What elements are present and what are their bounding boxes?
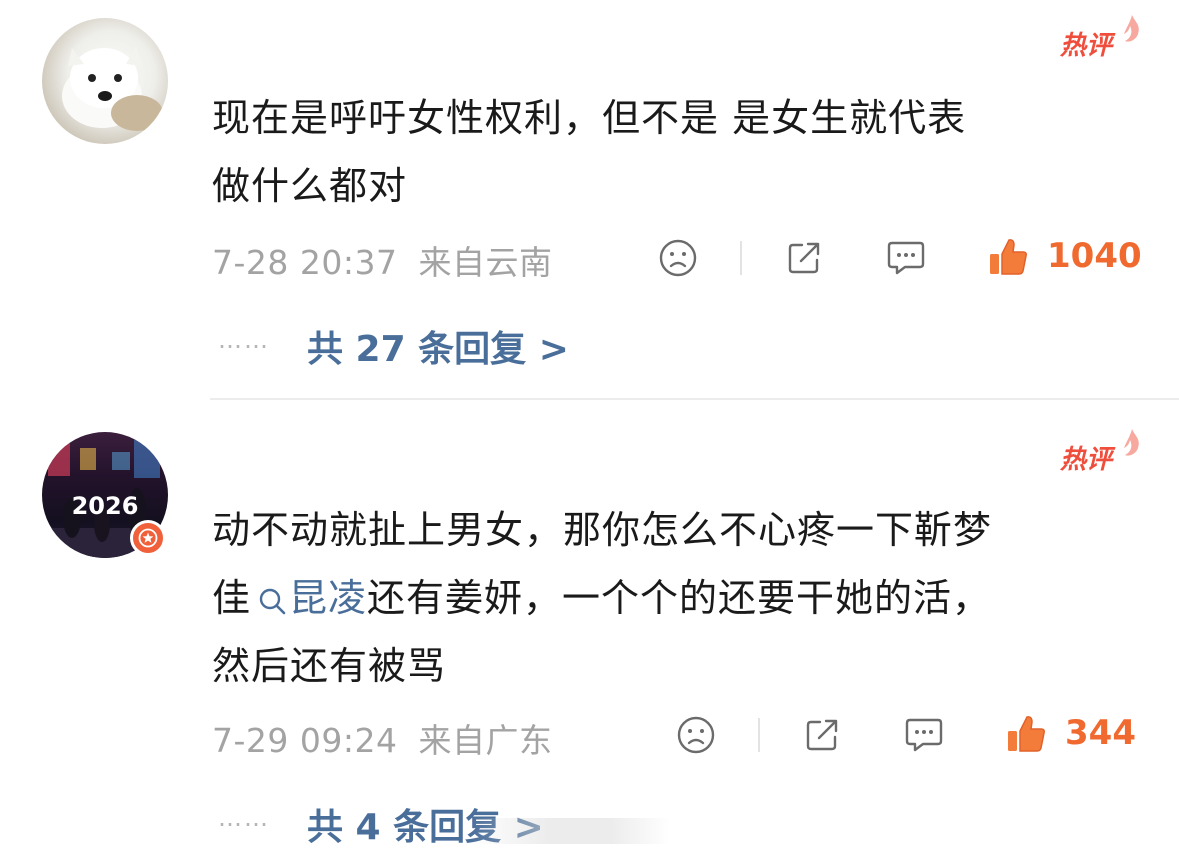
like-button[interactable] [1003, 711, 1049, 757]
view-replies-link[interactable]: 共 27 条回复 > [307, 320, 569, 372]
dislike-button[interactable] [656, 236, 700, 280]
hot-comment-label: 热评 [1060, 31, 1113, 61]
share-icon [788, 242, 820, 274]
comment-button[interactable] [902, 713, 946, 757]
comment-separator [210, 398, 1179, 400]
like-button[interactable] [985, 234, 1031, 280]
comment-time: 7-28 20:37 [212, 243, 398, 282]
flame-icon [1124, 429, 1139, 456]
share-icon [806, 719, 838, 751]
comment-location: 来自广东 [418, 721, 553, 760]
avatar-year-text: 2026 [72, 492, 139, 520]
sad-face-icon [677, 716, 715, 754]
action-divider [758, 718, 760, 752]
more-dots: …… [218, 804, 270, 832]
watermark-overlay [470, 818, 670, 844]
like-count: 1040 [1047, 236, 1142, 276]
hot-comment-badge: 热评 [1060, 429, 1139, 482]
share-button[interactable] [800, 713, 844, 757]
flame-icon [1124, 15, 1139, 42]
comment-time: 7-29 09:24 [212, 721, 398, 760]
comment-bubble-icon [905, 718, 943, 752]
hot-comment-badge: 热评 [1060, 15, 1139, 68]
comment-line-text: 佳 [212, 576, 252, 620]
comment-meta: 7-29 09:24 来自广东 [212, 714, 553, 762]
hot-comment-label: 热评 [1060, 445, 1113, 475]
search-topic-link[interactable]: 昆凌 [289, 576, 367, 620]
comment-line: 动不动就扯上男女，那你怎么不心疼一下靳梦 [212, 508, 993, 552]
search-icon [259, 588, 286, 614]
vip-badge [130, 520, 166, 556]
comment-line: 佳 昆凌还有姜妍，一个个的还要干她的活， [212, 564, 1142, 632]
dog-avatar-image [62, 46, 163, 131]
like-count: 344 [1065, 713, 1136, 753]
comment-line: 现在是呼吁女性权利，但不是 是女生就代表 [212, 96, 967, 140]
comment-meta: 7-28 20:37 来自云南 [212, 236, 553, 284]
comment-line-text: 还有姜妍，一个个的还要干她的活， [367, 576, 992, 620]
thumbs-up-icon [1008, 716, 1045, 752]
more-dots: …… [218, 326, 270, 354]
comment-text: 动不动就扯上男女，那你怎么不心疼一下靳梦 佳 昆凌还有姜妍，一个个的还要干她的活… [212, 496, 1142, 700]
comment-location: 来自云南 [418, 243, 553, 282]
thumbs-up-icon [990, 239, 1027, 275]
comment-button[interactable] [884, 236, 928, 280]
sad-face-icon [659, 239, 697, 277]
comment-text: 现在是呼吁女性权利，但不是 是女生就代表 做什么都对 [212, 84, 1142, 220]
avatar[interactable] [42, 18, 168, 144]
comment-line: 然后还有被骂 [212, 644, 447, 688]
star-badge-icon [138, 528, 158, 548]
action-divider [740, 241, 742, 275]
share-button[interactable] [782, 236, 826, 280]
dislike-button[interactable] [674, 713, 718, 757]
comment-bubble-icon [887, 241, 925, 275]
comment-line: 做什么都对 [212, 164, 408, 208]
